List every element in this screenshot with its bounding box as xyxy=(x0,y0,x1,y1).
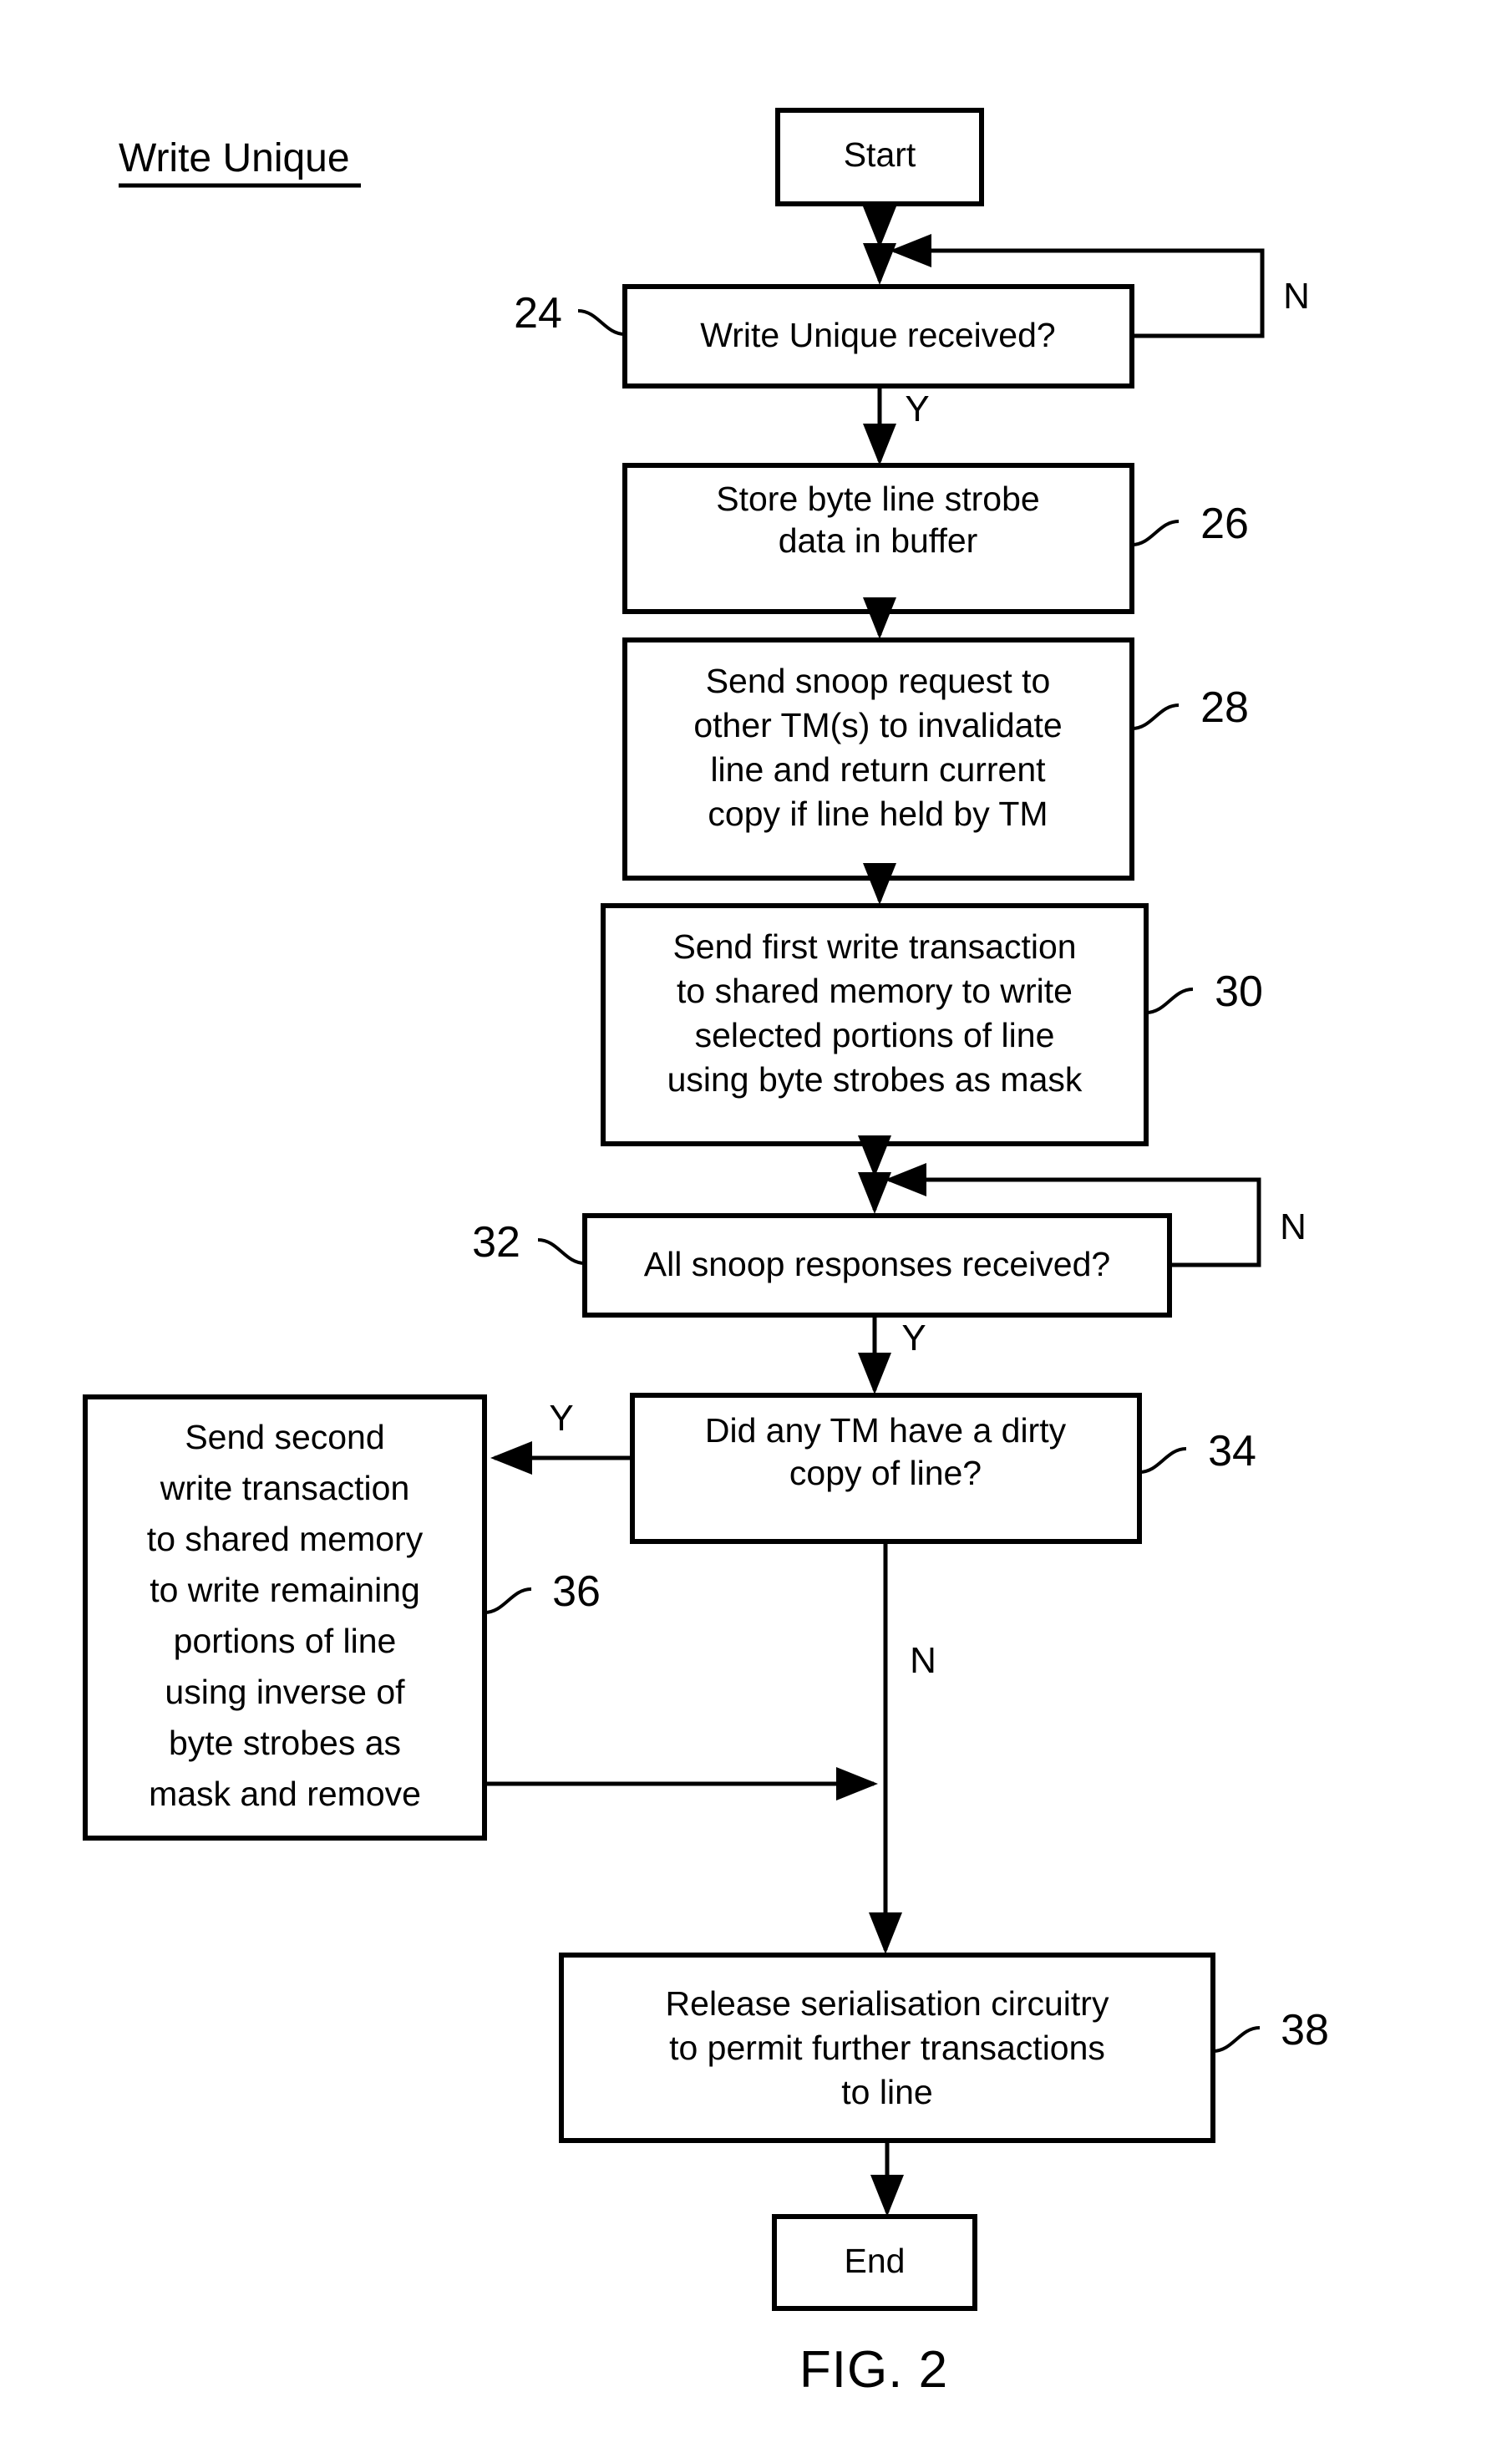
node-28-ref: 28 xyxy=(1200,683,1249,732)
node-36-line-0: Send second xyxy=(185,1418,384,1456)
node-24-line-0: Write Unique received? xyxy=(700,316,1055,354)
node-34-line-0: Did any TM have a dirty xyxy=(705,1411,1067,1450)
leader-30 xyxy=(1145,988,1194,1014)
leader-28 xyxy=(1131,703,1180,730)
node-36-line-7: mask and remove xyxy=(149,1775,421,1813)
branch-label-32-no: N xyxy=(1280,1206,1307,1247)
flowchart-svg: Write Unique Start Write Unique received… xyxy=(83,108,1329,2399)
node-36-ref: 36 xyxy=(552,1567,601,1616)
branch-label-24-no: N xyxy=(1283,276,1310,317)
node-36-line-6: byte strobes as xyxy=(169,1724,401,1762)
figure-title: Write Unique xyxy=(119,136,350,180)
branch-label-32-yes: Y xyxy=(901,1318,926,1359)
leader-38 xyxy=(1212,2026,1261,2053)
leader-34 xyxy=(1139,1447,1187,1474)
figure-caption: FIG. 2 xyxy=(799,2341,948,2399)
node-32-ref: 32 xyxy=(472,1218,520,1267)
leader-32 xyxy=(537,1238,586,1265)
node-36-line-5: using inverse of xyxy=(165,1673,405,1711)
node-30-ref: 30 xyxy=(1215,967,1263,1016)
node-30-line-2: selected portions of line xyxy=(695,1016,1055,1054)
branch-label-34-yes: Y xyxy=(549,1398,573,1439)
node-38-ref: 38 xyxy=(1281,2006,1329,2054)
figure-page: Write Unique Start Write Unique received… xyxy=(0,0,1512,2453)
node-36-line-4: portions of line xyxy=(174,1622,397,1660)
node-30-line-1: to shared memory to write xyxy=(677,972,1073,1010)
node-28-line-2: line and return current xyxy=(710,750,1046,789)
node-30-line-0: Send first write transaction xyxy=(672,927,1076,966)
node-24-ref: 24 xyxy=(514,289,562,338)
node-36 xyxy=(83,1394,487,1841)
leader-36 xyxy=(484,1587,532,1614)
node-26-line-1: data in buffer xyxy=(779,521,978,560)
node-28-line-3: copy if line held by TM xyxy=(708,795,1048,833)
node-28-line-0: Send snoop request to xyxy=(706,662,1051,700)
node-34-ref: 34 xyxy=(1208,1427,1256,1475)
leader-26 xyxy=(1131,520,1180,546)
node-36-line-2: to shared memory xyxy=(147,1520,424,1558)
node-38-line-2: to line xyxy=(841,2073,932,2111)
node-38-line-1: to permit further transactions xyxy=(669,2029,1105,2067)
node-28-line-1: other TM(s) to invalidate xyxy=(693,706,1062,744)
node-32-line-0: All snoop responses received? xyxy=(644,1245,1110,1283)
node-end-label: End xyxy=(845,2242,906,2280)
node-34-line-1: copy of line? xyxy=(789,1454,982,1492)
node-26-line-0: Store byte line strobe xyxy=(716,480,1039,518)
node-38-line-0: Release serialisation circuitry xyxy=(666,1984,1109,2023)
branch-label-34-no: N xyxy=(910,1640,936,1681)
node-36-line-3: to write remaining xyxy=(150,1571,420,1609)
branch-label-24-yes: Y xyxy=(905,389,929,429)
leader-24 xyxy=(577,309,626,336)
node-26-ref: 26 xyxy=(1200,500,1249,548)
node-30-line-3: using byte strobes as mask xyxy=(667,1060,1083,1099)
node-start-label: Start xyxy=(844,135,916,174)
node-36-line-1: write transaction xyxy=(160,1469,410,1507)
